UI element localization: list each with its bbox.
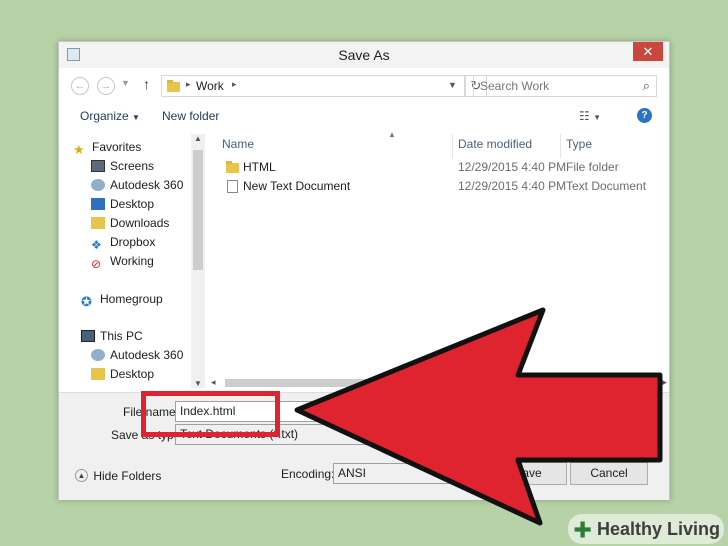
search-icon: ⌕ xyxy=(642,78,650,93)
help-icon[interactable]: ? xyxy=(637,108,652,123)
nav-item-working[interactable]: ⊘ Working xyxy=(91,252,154,271)
search-placeholder: Search Work xyxy=(480,79,550,93)
column-separator[interactable] xyxy=(452,134,453,158)
breadcrumb-chevron-icon[interactable]: ▸ xyxy=(232,79,237,90)
chevron-down-icon[interactable]: ▼ xyxy=(647,425,656,444)
breadcrumb-work[interactable]: Work xyxy=(196,79,224,93)
cancel-button[interactable]: Cancel xyxy=(570,462,648,485)
nav-favorites[interactable]: ★ Favorites xyxy=(73,138,142,157)
folder-icon xyxy=(167,80,180,92)
nav-item-autodesk-pc[interactable]: Autodesk 360 xyxy=(91,346,183,364)
nav-this-pc-label: This PC xyxy=(100,329,143,343)
scroll-left-icon[interactable]: ◂ xyxy=(211,377,216,388)
dialog-title: Save As xyxy=(338,47,390,63)
toolbar: Organize ▼ New folder ☷ ▼ ? xyxy=(59,102,669,130)
view-options-icon[interactable]: ☷ ▼ xyxy=(579,109,601,123)
horizontal-scrollbar[interactable]: ◂ ▸ xyxy=(209,376,669,390)
folder-icon xyxy=(91,367,105,380)
nav-item-label: Desktop xyxy=(110,197,155,211)
nav-item-screens[interactable]: Screens xyxy=(91,157,154,175)
title-bar: Save As ✕ xyxy=(59,42,669,68)
nav-item-label: Dropbox xyxy=(110,235,156,249)
folder-icon xyxy=(226,161,239,173)
new-folder-button[interactable]: New folder xyxy=(162,109,219,123)
homegroup-icon: ✪ xyxy=(81,293,92,309)
chevron-down-icon: ▼ xyxy=(132,113,140,122)
star-icon: ★ xyxy=(73,141,85,157)
desktop-icon xyxy=(91,197,105,210)
nav-favorites-label: Favorites xyxy=(92,140,142,154)
close-button[interactable]: ✕ xyxy=(633,42,663,61)
encoding-label: Encoding: xyxy=(281,467,335,481)
address-bar[interactable]: ▸ Work ▸ ▼ xyxy=(161,75,465,97)
scroll-up-icon[interactable]: ▲ xyxy=(194,134,202,143)
screen-icon xyxy=(91,159,105,172)
breadcrumb-chevron-icon: ▸ xyxy=(186,79,191,89)
organize-label: Organize xyxy=(80,109,129,123)
organize-menu[interactable]: Organize ▼ xyxy=(80,109,140,123)
nav-item-desktop[interactable]: Desktop xyxy=(91,195,154,213)
cloud-icon xyxy=(91,348,105,361)
nav-item-desktop-pc[interactable]: Desktop xyxy=(91,365,154,383)
nav-scrollbar[interactable]: ▲ ▼ xyxy=(191,134,205,388)
column-name[interactable]: Name xyxy=(222,137,254,151)
nav-item-dropbox[interactable]: ❖ Dropbox xyxy=(91,233,156,252)
hide-folders-label: Hide Folders xyxy=(93,468,162,483)
nav-item-label: Working xyxy=(110,254,154,268)
file-name: New Text Document xyxy=(243,179,351,193)
file-row[interactable]: New Text Document 12/29/2015 4:40 PM Tex… xyxy=(214,177,669,196)
file-type: File folder xyxy=(566,160,619,174)
forward-button[interactable]: → xyxy=(97,77,115,95)
hide-folders-toggle[interactable]: ▲ Hide Folders xyxy=(75,468,161,483)
text-document-icon xyxy=(227,180,238,193)
nav-homegroup-label: Homegroup xyxy=(100,292,163,306)
computer-icon xyxy=(81,329,95,342)
nav-homegroup[interactable]: ✪ Homegroup xyxy=(81,290,163,309)
nav-item-label: Screens xyxy=(110,159,155,173)
file-type: Text Document xyxy=(566,179,647,193)
search-input[interactable]: Search Work ⌕ xyxy=(473,75,657,97)
encoding-value: ANSI xyxy=(338,466,367,480)
address-dropdown-icon[interactable]: ▼ xyxy=(448,80,457,90)
column-date-modified[interactable]: Date modified xyxy=(458,137,532,151)
file-date: 12/29/2015 4:40 PM xyxy=(458,160,567,174)
nav-item-label: Autodesk 360 xyxy=(110,348,184,362)
file-date: 12/29/2015 4:40 PM xyxy=(458,179,567,193)
nav-this-pc[interactable]: This PC xyxy=(81,327,143,345)
nav-item-autodesk[interactable]: Autodesk 360 xyxy=(91,176,183,194)
watermark: ✚ Healthy Living xyxy=(567,514,724,544)
address-row: ← → ▼ ↑ ▸ Work ▸ ▼ ↻ Search Work ⌕ xyxy=(59,72,669,98)
horizontal-scroll-thumb[interactable] xyxy=(225,379,625,387)
scroll-down-icon[interactable]: ▼ xyxy=(194,379,202,388)
column-separator[interactable] xyxy=(560,134,561,158)
sort-ascending-icon: ▲ xyxy=(388,130,396,139)
cloud-icon xyxy=(91,178,105,191)
file-name-highlight-box xyxy=(141,391,280,437)
scroll-right-icon[interactable]: ▸ xyxy=(662,377,667,388)
up-button[interactable]: ↑ xyxy=(143,76,150,92)
file-name: HTML xyxy=(243,160,276,174)
chevron-up-icon: ▲ xyxy=(75,469,88,483)
column-header-row: Name ▲ Date modified Type xyxy=(214,130,669,158)
nav-item-label: Downloads xyxy=(110,216,170,230)
nav-scroll-thumb[interactable] xyxy=(193,150,203,270)
nav-item-label: Desktop xyxy=(110,367,155,381)
recent-chevron-icon[interactable]: ▼ xyxy=(121,78,130,88)
dropbox-icon: ❖ xyxy=(91,237,102,252)
nav-item-downloads[interactable]: Downloads xyxy=(91,214,169,232)
watermark-text: Healthy Living xyxy=(596,519,720,539)
column-type[interactable]: Type xyxy=(566,137,592,151)
back-button[interactable]: ← xyxy=(71,77,89,95)
no-entry-icon: ⊘ xyxy=(91,256,102,271)
downloads-icon xyxy=(91,216,105,229)
save-button[interactable]: Save xyxy=(489,462,567,485)
chevron-down-icon[interactable]: ▼ xyxy=(647,402,656,421)
encoding-select[interactable]: ANSI xyxy=(333,463,483,484)
leaf-icon: ✚ xyxy=(573,517,592,543)
file-row[interactable]: HTML 12/29/2015 4:40 PM File folder xyxy=(214,158,669,177)
nav-item-label: Autodesk 360 xyxy=(110,178,184,192)
navigation-pane: ★ Favorites Screens Autodesk 360 Desktop … xyxy=(67,134,203,388)
